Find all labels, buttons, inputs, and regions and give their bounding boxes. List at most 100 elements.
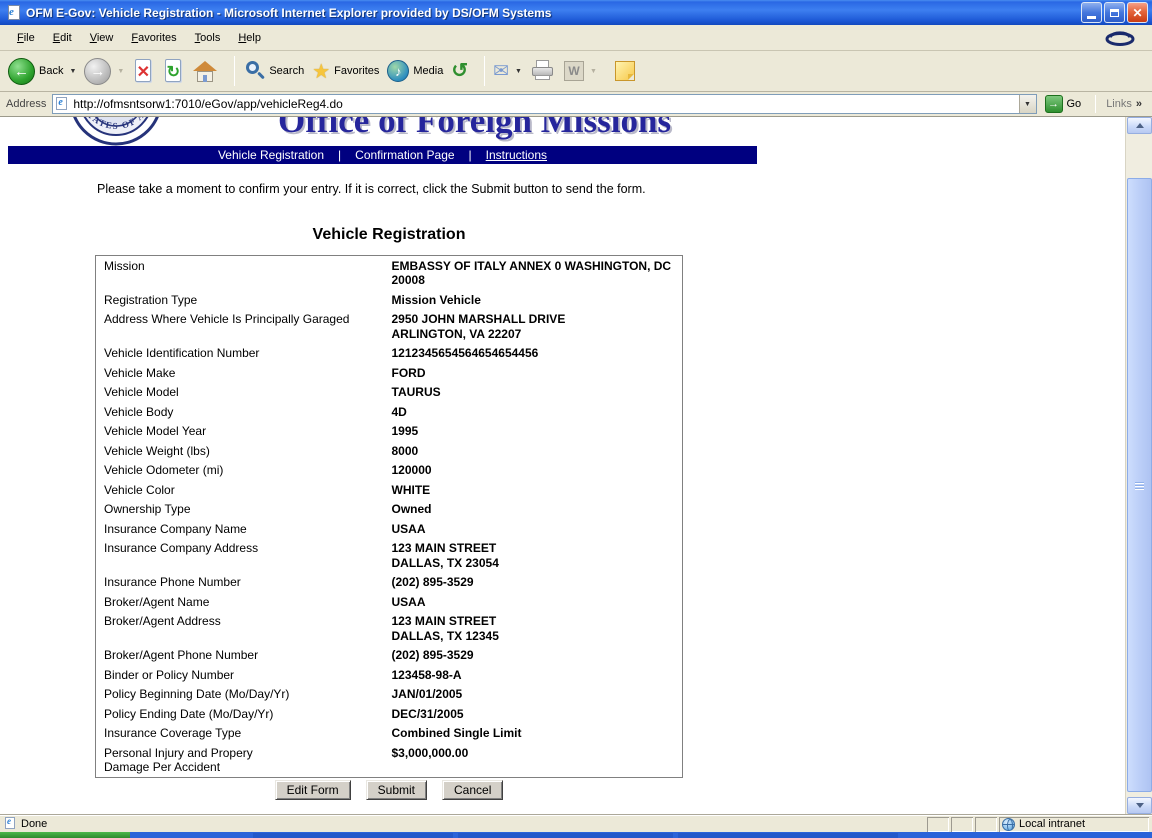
start-button-fragment[interactable] bbox=[0, 832, 130, 838]
field-value: DEC/31/2005 bbox=[392, 704, 683, 724]
forward-button[interactable]: → ▼ bbox=[84, 58, 124, 85]
links-chevron-icon[interactable]: » bbox=[1136, 98, 1142, 110]
discuss-button[interactable] bbox=[615, 61, 635, 81]
edit-with-word-button[interactable]: W ▼ bbox=[564, 61, 597, 81]
menu-favorites[interactable]: Favorites bbox=[122, 29, 185, 47]
address-dropdown-button[interactable]: ▼ bbox=[1019, 95, 1036, 113]
taskbar-button-fragment[interactable] bbox=[253, 833, 453, 838]
menu-tools[interactable]: Tools bbox=[186, 29, 230, 47]
back-label: Back bbox=[39, 65, 63, 77]
field-label: Vehicle Identification Number bbox=[96, 344, 392, 364]
menu-file[interactable]: File bbox=[8, 29, 44, 47]
table-row: Vehicle Model Year 1995 bbox=[96, 422, 683, 442]
favorites-label: Favorites bbox=[334, 65, 379, 77]
search-button[interactable]: Search bbox=[243, 59, 304, 83]
field-label: Insurance Phone Number bbox=[96, 573, 392, 593]
field-value: 123 MAIN STREET DALLAS, TX 23054 bbox=[392, 539, 683, 573]
menu-edit[interactable]: Edit bbox=[44, 29, 81, 47]
mail-button[interactable]: ✉ ▼ bbox=[493, 60, 522, 83]
status-bar: e Done Local intranet bbox=[0, 815, 1152, 832]
links-label[interactable]: Links bbox=[1106, 98, 1132, 110]
field-value: (202) 895-3529 bbox=[392, 573, 683, 593]
field-value: WHITE bbox=[392, 480, 683, 500]
status-pane bbox=[927, 817, 949, 832]
search-icon bbox=[243, 59, 265, 83]
field-label: Vehicle Model Year bbox=[96, 422, 392, 442]
print-button[interactable] bbox=[530, 59, 556, 83]
field-value: 123 MAIN STREET DALLAS, TX 12345 bbox=[392, 612, 683, 646]
nav-vehicle-registration[interactable]: Vehicle Registration bbox=[218, 148, 324, 162]
history-icon: ↺ bbox=[451, 61, 468, 81]
address-input[interactable]: e http://ofmsntsorw1:7010/eGov/app/vehic… bbox=[52, 94, 1036, 114]
ie-document-icon: e bbox=[6, 5, 22, 21]
favorites-star-icon: ★ bbox=[312, 59, 330, 84]
home-button[interactable] bbox=[192, 58, 218, 84]
search-label: Search bbox=[269, 65, 304, 77]
nav-confirmation-page[interactable]: Confirmation Page bbox=[355, 148, 454, 162]
back-button[interactable]: ← Back ▼ bbox=[8, 58, 76, 85]
scrollbar-thumb[interactable] bbox=[1127, 178, 1152, 792]
go-button[interactable]: Go bbox=[1067, 98, 1082, 110]
taskbar-button-fragment[interactable] bbox=[458, 833, 673, 838]
field-label: Vehicle Make bbox=[96, 363, 392, 383]
confirmation-instructions: Please take a moment to confirm your ent… bbox=[97, 182, 646, 196]
submit-button[interactable]: Submit bbox=[366, 780, 427, 800]
history-button[interactable]: ↺ bbox=[451, 61, 468, 81]
browser-window: e OFM E-Gov: Vehicle Registration - Micr… bbox=[0, 0, 1152, 838]
field-label: Insurance Coverage Type bbox=[96, 724, 392, 744]
table-row: Binder or Policy Number 123458-98-A bbox=[96, 665, 683, 685]
scroll-down-button[interactable] bbox=[1127, 797, 1152, 814]
field-value: USAA bbox=[392, 592, 683, 612]
restore-icon bbox=[1110, 9, 1119, 17]
restore-button[interactable] bbox=[1104, 2, 1125, 23]
ie-page-icon: e bbox=[55, 97, 69, 111]
field-value: 120000 bbox=[392, 461, 683, 481]
field-label: Vehicle Weight (lbs) bbox=[96, 441, 392, 461]
taskbar-button-fragment[interactable] bbox=[678, 833, 898, 838]
table-row: Insurance Company Name USAA bbox=[96, 519, 683, 539]
scroll-up-button[interactable] bbox=[1127, 117, 1152, 134]
field-label: Broker/Agent Address bbox=[96, 612, 392, 646]
refresh-button[interactable]: ↻ bbox=[162, 58, 184, 85]
field-label: Vehicle Body bbox=[96, 402, 392, 422]
minimize-button[interactable] bbox=[1081, 2, 1102, 23]
field-label: Ownership Type bbox=[96, 500, 392, 520]
field-label: Broker/Agent Phone Number bbox=[96, 646, 392, 666]
vertical-scrollbar[interactable] bbox=[1125, 117, 1152, 815]
edit-form-button[interactable]: Edit Form bbox=[275, 780, 351, 800]
table-row: Registration Type Mission Vehicle bbox=[96, 290, 683, 310]
menu-bar: File Edit View Favorites Tools Help bbox=[0, 25, 1152, 51]
nav-instructions-link[interactable]: Instructions bbox=[486, 148, 547, 162]
field-value: 1212345654564654654456 bbox=[392, 344, 683, 364]
scroll-down-icon bbox=[1136, 803, 1144, 808]
close-button[interactable]: ✕ bbox=[1127, 2, 1148, 23]
back-dropdown-icon[interactable]: ▼ bbox=[69, 68, 76, 75]
table-row: Vehicle Make FORD bbox=[96, 363, 683, 383]
mail-dropdown-icon[interactable]: ▼ bbox=[515, 68, 522, 75]
menu-help[interactable]: Help bbox=[229, 29, 270, 47]
favorites-button[interactable]: ★ Favorites bbox=[312, 59, 379, 84]
toolbar: ← Back ▼ → ▼ ✕ ↻ Search ★ Favorites ♪ Me… bbox=[0, 51, 1152, 92]
title-bar: e OFM E-Gov: Vehicle Registration - Micr… bbox=[0, 0, 1152, 25]
nav-separator: | bbox=[338, 148, 341, 162]
table-row: Insurance Company Address 123 MAIN STREE… bbox=[96, 539, 683, 573]
form-buttons: Edit Form Submit Cancel bbox=[95, 780, 683, 800]
security-zone-pane: Local intranet bbox=[999, 817, 1149, 832]
home-icon bbox=[192, 58, 218, 84]
back-icon: ← bbox=[8, 58, 35, 85]
stop-button[interactable]: ✕ bbox=[132, 58, 154, 85]
cancel-button[interactable]: Cancel bbox=[442, 780, 503, 800]
field-value: Combined Single Limit bbox=[392, 724, 683, 744]
menu-view[interactable]: View bbox=[81, 29, 123, 47]
page-header: STATES OF AM Office of Foreign Missions bbox=[0, 117, 1125, 146]
table-row: Broker/Agent Address 123 MAIN STREET DAL… bbox=[96, 612, 683, 646]
field-label: Broker/Agent Name bbox=[96, 592, 392, 612]
page-title: Vehicle Registration bbox=[95, 226, 683, 244]
field-label: Binder or Policy Number bbox=[96, 665, 392, 685]
field-value: Mission Vehicle bbox=[392, 290, 683, 310]
department-seal: STATES OF AM bbox=[68, 117, 164, 146]
table-row: Mission EMBASSY OF ITALY ANNEX 0 WASHING… bbox=[96, 256, 683, 291]
media-button[interactable]: ♪ Media bbox=[387, 60, 443, 82]
go-icon[interactable]: → bbox=[1045, 95, 1063, 113]
close-icon: ✕ bbox=[1132, 6, 1142, 20]
